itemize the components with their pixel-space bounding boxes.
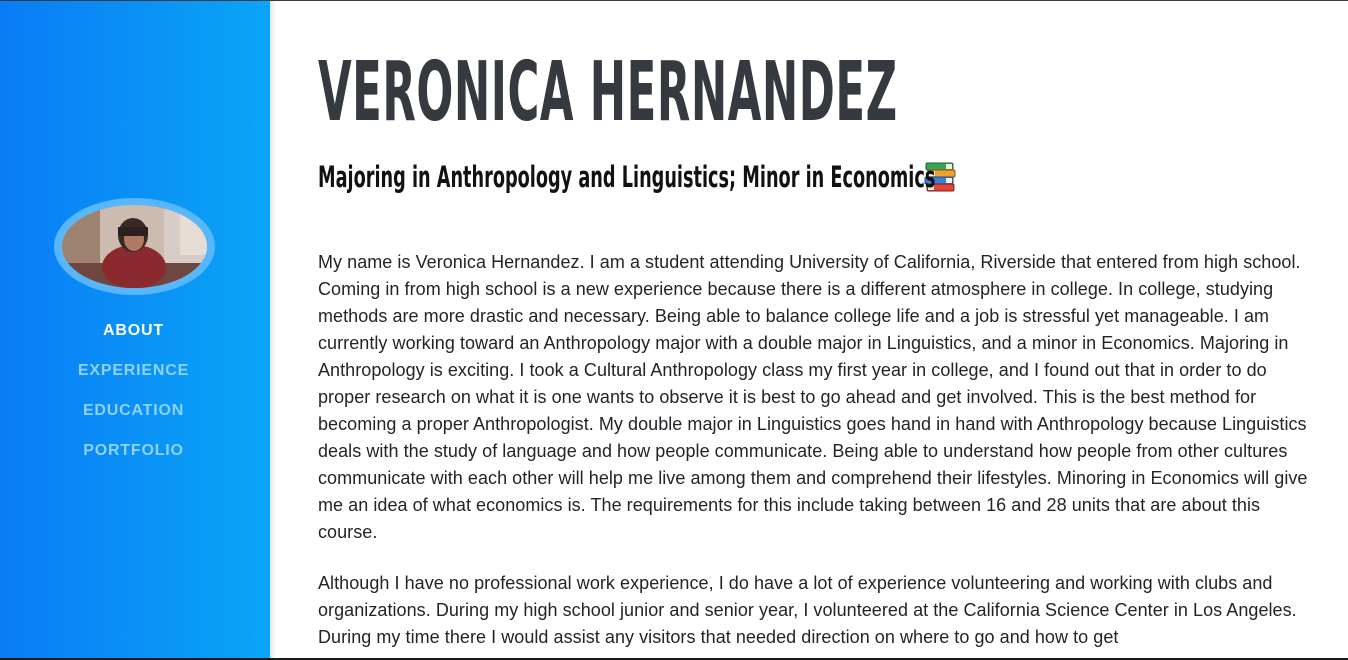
subheading-text: Majoring in Anthropology and Linguistics… [318,160,936,194]
profile-photo-image [62,205,207,288]
nav-item-education[interactable]: EDUCATION [0,399,267,439]
about-paragraph-1: My name is Veronica Hernandez. I am a st… [318,252,1308,542]
nav-item-portfolio[interactable]: PORTFOLIO [0,439,267,479]
nav-item-experience[interactable]: EXPERIENCE [0,359,267,399]
page-title: VERONICA HERNANDEZ [318,45,898,140]
subheading: Majoring in Anthropology and Linguistics… [318,157,957,197]
sidebar-shadow [270,1,276,660]
sidebar-nav: ABOUT EXPERIENCE EDUCATION PORTFOLIO [0,319,267,479]
avatar [62,205,207,288]
nav-item-about[interactable]: ABOUT [0,319,267,359]
about-paragraph-2: Although I have no professional work exp… [318,573,1297,647]
sidebar: ABOUT EXPERIENCE EDUCATION PORTFOLIO [0,1,270,660]
